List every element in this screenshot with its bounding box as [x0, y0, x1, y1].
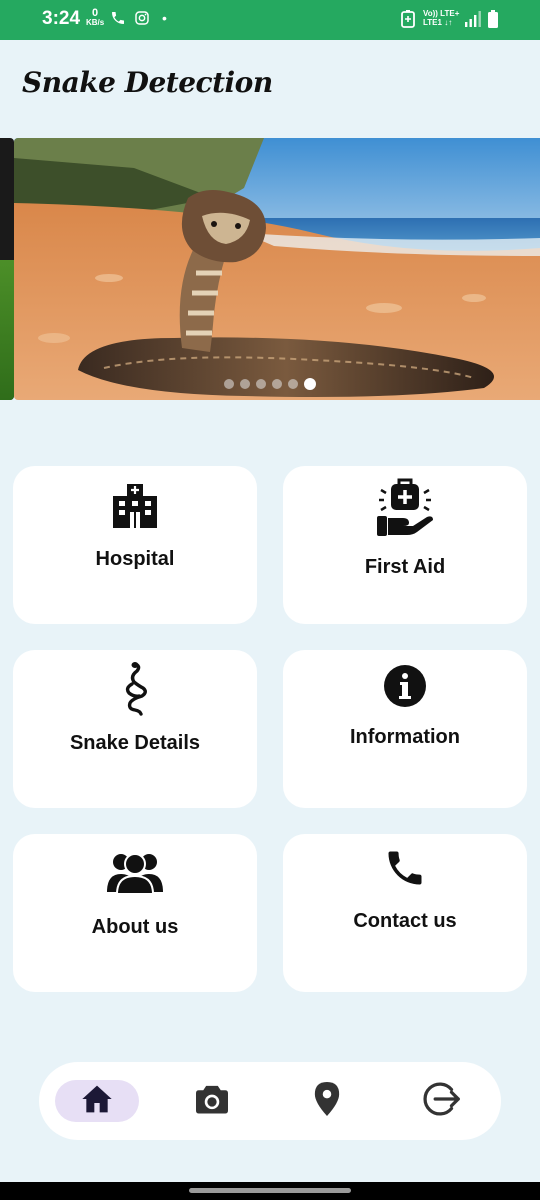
carousel-dot[interactable]	[288, 378, 298, 389]
network-type: Vo)) LTE+ LTE1 ↓↑	[423, 9, 459, 27]
info-icon	[283, 664, 527, 713]
snake-details-card-label: Snake Details	[69, 732, 201, 754]
people-icon	[13, 850, 257, 899]
system-navigation-bar	[0, 1182, 540, 1200]
about-us-card[interactable]: About us	[13, 834, 257, 992]
nav-camera[interactable]	[170, 1080, 254, 1122]
contact-us-card[interactable]: Contact us	[283, 834, 527, 992]
carousel-dot[interactable]	[256, 378, 266, 389]
network-speed-unit: KB/s	[86, 18, 105, 27]
first-aid-card-label: First Aid	[364, 556, 446, 578]
carousel-slide-image[interactable]	[14, 138, 540, 400]
page-title: Snake Detection	[22, 66, 273, 99]
camera-icon	[194, 1083, 230, 1120]
notification-dot-icon: •	[162, 10, 167, 26]
phone-icon	[283, 846, 527, 895]
location-pin-icon	[314, 1081, 340, 1121]
nav-location[interactable]	[285, 1080, 369, 1122]
nav-logout[interactable]	[400, 1080, 484, 1122]
previous-slide-peek[interactable]	[0, 138, 14, 400]
first-aid-icon	[283, 476, 527, 543]
network-type-top: Vo)) LTE+	[423, 9, 460, 18]
first-aid-card[interactable]: First Aid	[283, 466, 527, 624]
information-card-label: Information	[350, 726, 460, 748]
snake-details-card[interactable]: Snake Details	[13, 650, 257, 808]
network-speed-value: 0	[92, 7, 99, 19]
signal-icon	[464, 11, 482, 32]
carousel-indicators	[0, 375, 540, 393]
gesture-handle[interactable]	[189, 1188, 351, 1193]
battery-icon	[488, 10, 498, 33]
call-icon	[110, 10, 126, 31]
hospital-card[interactable]: Hospital	[13, 466, 257, 624]
carousel-dot[interactable]	[272, 378, 282, 389]
hospital-icon	[13, 482, 257, 533]
carousel-dot[interactable]	[224, 378, 234, 389]
instagram-icon	[134, 10, 150, 31]
home-icon	[81, 1084, 113, 1119]
carousel-dot[interactable]	[240, 378, 250, 389]
snake-icon	[13, 662, 257, 721]
network-type-bottom: LTE1 ↓↑	[423, 18, 453, 27]
carousel-dot[interactable]	[304, 377, 316, 390]
contact-us-card-label: Contact us	[353, 910, 457, 932]
status-bar: 3:24 0 KB/s • Vo)) LTE+ LTE1 ↓↑	[0, 0, 540, 40]
logout-icon	[423, 1080, 461, 1123]
network-speed: 0 KB/s	[86, 7, 105, 28]
information-card[interactable]: Information	[283, 650, 527, 808]
status-time: 3:24	[42, 8, 81, 29]
nav-home[interactable]	[55, 1080, 139, 1122]
about-us-card-label: About us	[91, 916, 179, 938]
bottom-navigation	[39, 1062, 501, 1140]
hospital-card-label: Hospital	[95, 548, 175, 570]
battery-saver-icon	[401, 10, 415, 33]
image-carousel[interactable]	[0, 138, 540, 400]
